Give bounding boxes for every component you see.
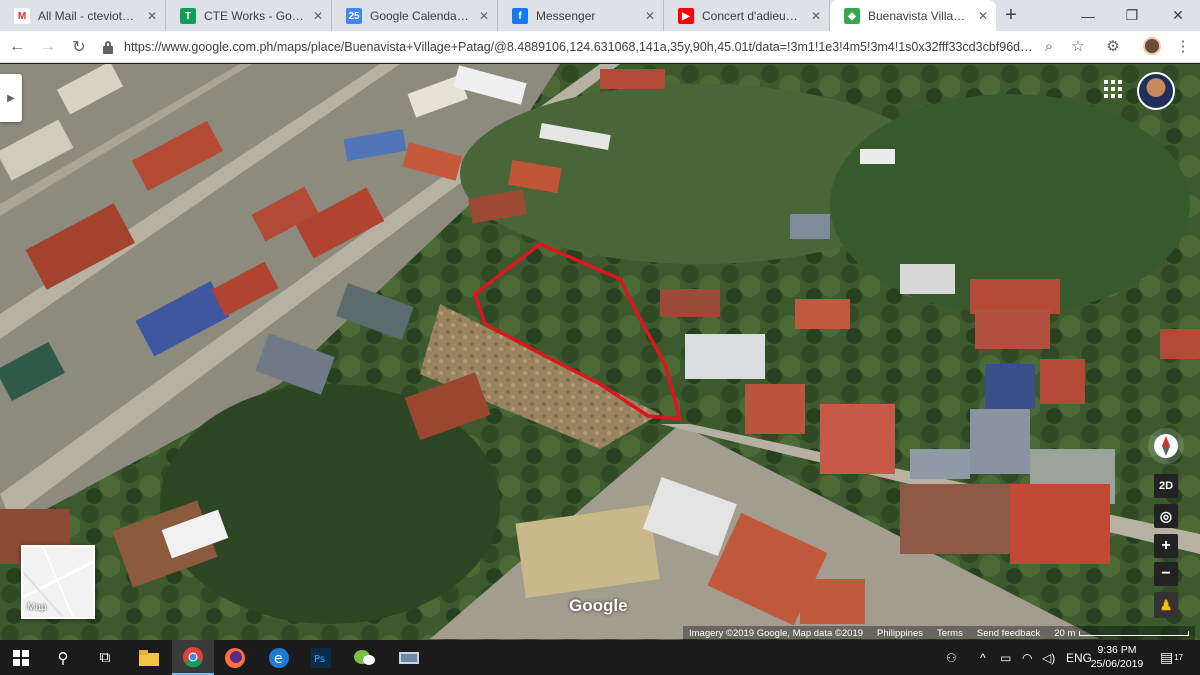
close-tab-icon[interactable]: ✕ <box>976 9 990 23</box>
tab-title: Messenger <box>536 8 596 23</box>
close-tab-icon[interactable]: ✕ <box>311 9 325 23</box>
bookmark-star-icon[interactable]: ☆ <box>1066 34 1090 58</box>
browser-tab-2[interactable]: T CTE Works - Google Sheets ✕ <box>166 0 332 31</box>
firefox-icon[interactable] <box>214 640 256 675</box>
imagery-attribution: Imagery ©2019 Google, Map data ©2019 <box>689 627 864 639</box>
photoshop-icon[interactable]: Ps <box>300 640 342 675</box>
sheets-icon: T <box>180 8 196 24</box>
windows-start-icon[interactable] <box>0 640 42 675</box>
terms-link[interactable]: Terms <box>937 628 963 639</box>
browser-toolbar: ← → ↻ https://www.google.com.ph/maps/pla… <box>0 31 1200 63</box>
tab-title: Buenavista Village Patag <box>868 8 970 23</box>
show-hidden-icons[interactable]: ^ <box>980 640 986 675</box>
gmail-icon: M <box>14 8 30 24</box>
zoom-icon[interactable]: ⌕ <box>1037 34 1061 58</box>
tab-title: CTE Works - Google Sheets <box>204 8 305 23</box>
satellite-map-view[interactable]: ▶ 2D ◎ + − ♟ Map Google Imagery ©2019 Go… <box>0 64 1200 640</box>
send-feedback-link[interactable]: Send feedback <box>977 628 1040 639</box>
zoom-in-icon[interactable]: + <box>1154 534 1178 558</box>
zoom-out-icon[interactable]: − <box>1154 562 1178 586</box>
back-icon[interactable]: ← <box>3 33 31 61</box>
minimap-label: Map <box>27 602 47 613</box>
tab-title: Google Calendar - Week <box>370 8 471 23</box>
map-layer-switcher[interactable]: Map <box>21 545 95 619</box>
clock-date: 25/06/2019 <box>1090 658 1144 670</box>
windows-taskbar: ⚲ ⧉ e Ps ⚇ ^ ▭ ◠ ◁) ENG 9:36 PM 25/06/20… <box>0 640 1200 675</box>
reload-icon[interactable]: ↻ <box>65 33 93 61</box>
account-avatar[interactable] <box>1137 72 1175 110</box>
calendar-icon: 25 <box>346 8 362 24</box>
tab-title: All Mail - cteviota@gmail.com <box>38 8 139 23</box>
task-view-icon[interactable]: ⧉ <box>84 640 126 675</box>
svg-text:Ps: Ps <box>314 654 325 665</box>
side-panel-toggle[interactable]: ▶ <box>0 74 22 122</box>
battery-icon[interactable]: ▭ <box>1000 640 1011 675</box>
wechat-icon[interactable] <box>344 640 386 675</box>
clock-time: 9:36 PM <box>1097 644 1137 656</box>
system-clock[interactable]: 9:36 PM 25/06/2019 <box>1088 643 1146 671</box>
notification-center-icon[interactable]: ▤ 17 <box>1160 640 1183 675</box>
compass-icon[interactable] <box>1148 428 1184 464</box>
view-mode-toggle[interactable]: 2D <box>1154 474 1178 498</box>
scale-bar <box>1079 630 1190 636</box>
edge-icon[interactable]: e <box>258 640 300 675</box>
browser-tab-6[interactable]: ◆ Buenavista Village Patag ✕ <box>830 0 996 31</box>
browser-tab-3[interactable]: 25 Google Calendar - Week ✕ <box>332 0 498 31</box>
close-tab-icon[interactable]: ✕ <box>477 9 491 23</box>
youtube-icon: ▶ <box>678 8 694 24</box>
chrome-icon[interactable] <box>172 640 214 675</box>
extension-icon[interactable]: ⚙ <box>1101 34 1125 58</box>
browser-tab-strip: M All Mail - cteviota@gmail.com ✕ T CTE Work… <box>0 0 1200 31</box>
notification-count: 17 <box>1174 653 1184 662</box>
forward-icon[interactable]: → <box>34 33 62 61</box>
scale-indicator[interactable]: 20 m <box>1054 628 1190 639</box>
browser-tab-4[interactable]: f Messenger ✕ <box>498 0 664 31</box>
wifi-icon[interactable]: ◠ <box>1022 640 1032 675</box>
menu-icon[interactable]: ⋮ <box>1171 34 1195 58</box>
pegman-icon[interactable]: ♟ <box>1154 592 1178 618</box>
close-tab-icon[interactable]: ✕ <box>145 9 159 23</box>
tab-title: Concert d'adieux de <box>702 8 803 23</box>
network-app-icon[interactable] <box>388 640 430 675</box>
facebook-icon: f <box>512 8 528 24</box>
google-apps-icon[interactable] <box>1104 80 1122 98</box>
file-explorer-icon[interactable] <box>128 640 170 675</box>
volume-icon[interactable]: ◁) <box>1042 640 1055 675</box>
browser-tab-1[interactable]: M All Mail - cteviota@gmail.com ✕ <box>0 0 166 31</box>
browser-tab-5[interactable]: ▶ Concert d'adieux de ✕ <box>664 0 830 31</box>
maps-icon: ◆ <box>844 8 860 24</box>
new-tab-button[interactable]: + <box>996 0 1026 31</box>
svg-text:e: e <box>274 651 283 667</box>
google-logo: Google <box>569 596 628 615</box>
address-bar[interactable]: https://www.google.com.ph/maps/place/Bue… <box>100 35 1040 59</box>
close-window-button[interactable]: ✕ <box>1156 0 1200 31</box>
close-tab-icon[interactable]: ✕ <box>809 9 823 23</box>
my-location-icon[interactable]: ◎ <box>1154 504 1178 528</box>
search-icon[interactable]: ⚲ <box>42 640 84 675</box>
aerial-imagery <box>0 64 1200 640</box>
profile-avatar[interactable] <box>1143 37 1161 55</box>
minimize-button[interactable]: — <box>1066 0 1110 31</box>
people-icon[interactable]: ⚇ <box>946 640 957 675</box>
lock-icon[interactable] <box>100 39 116 55</box>
region-link[interactable]: Philippines <box>877 628 923 639</box>
close-tab-icon[interactable]: ✕ <box>643 9 657 23</box>
map-footer: Imagery ©2019 Google, Map data ©2019 Phi… <box>683 626 1196 640</box>
restore-button[interactable]: ❐ <box>1110 0 1154 31</box>
url-text[interactable]: https://www.google.com.ph/maps/place/Bue… <box>124 40 1034 54</box>
